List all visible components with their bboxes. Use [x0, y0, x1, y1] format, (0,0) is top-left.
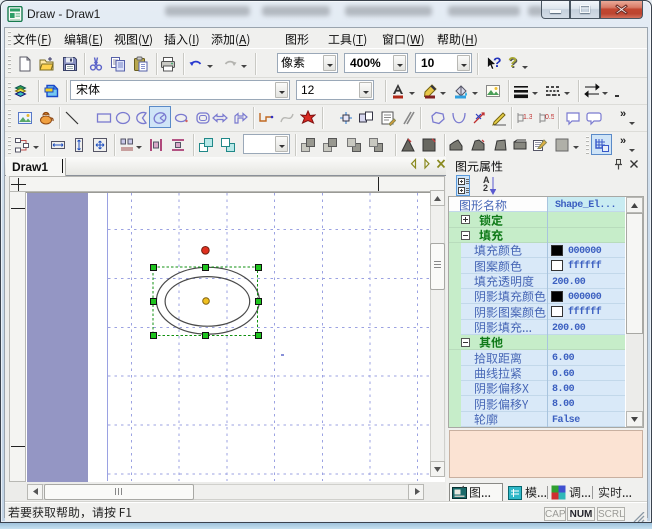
svg-text:0.5: 0.5 [545, 114, 554, 121]
svg-text:1.3: 1.3 [523, 114, 532, 121]
